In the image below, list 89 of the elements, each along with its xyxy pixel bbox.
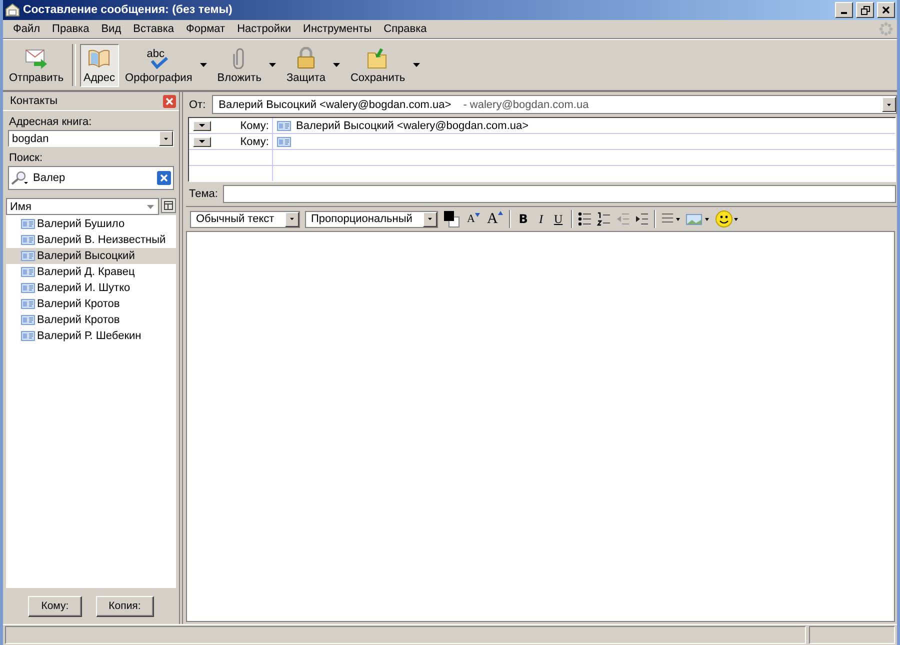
close-button[interactable] <box>877 2 895 18</box>
bold-button[interactable]: B <box>516 212 531 226</box>
contact-card-icon <box>21 331 35 341</box>
toolbar-button[interactable]: Отправить <box>5 44 68 86</box>
dropdown-arrow-icon[interactable] <box>200 63 208 67</box>
font-dropdown[interactable]: Пропорциональный <box>305 210 438 228</box>
dropdown-arrow-icon[interactable] <box>164 136 168 140</box>
column-picker-icon[interactable] <box>161 198 176 213</box>
recipient-address: Валерий Высоцкий <walery@bogdan.com.ua> <box>296 120 529 132</box>
close-icon[interactable] <box>163 94 176 108</box>
menu-item[interactable]: Формат <box>180 23 232 35</box>
indent-icon[interactable] <box>634 212 649 226</box>
recipient-type-label: Кому: <box>240 120 269 132</box>
menu-item[interactable]: Правка <box>46 23 96 35</box>
dropdown-arrow-icon[interactable] <box>333 63 340 67</box>
recipient-type-dropdown[interactable] <box>193 120 211 130</box>
search-field[interactable]: Валер <box>8 166 174 190</box>
dropdown-arrow-icon[interactable] <box>290 217 294 221</box>
contact-card-icon <box>21 251 35 261</box>
icon-label: abc <box>146 48 165 58</box>
contact-item[interactable]: Валерий Высоцкий <box>6 248 176 264</box>
column-header[interactable]: Имя <box>6 198 159 215</box>
dropdown-arrow-icon[interactable] <box>887 102 891 106</box>
contact-item[interactable]: Валерий Д. Кравец <box>6 264 176 280</box>
panel-title: Контакты <box>10 95 58 107</box>
sender-dropdown[interactable]: Валерий Высоцкий <walery@bogdan.com.ua> - walery@bogdan.com.ua <box>212 95 897 114</box>
field-label: Поиск: <box>8 151 44 166</box>
underline-button[interactable]: U <box>550 212 566 226</box>
contact-card-icon <box>21 299 35 309</box>
search-icon <box>11 171 29 185</box>
contact-card-icon <box>21 267 35 277</box>
up-triangle-icon <box>498 210 503 214</box>
contact-item[interactable]: Валерий И. Шутко <box>6 280 176 296</box>
subject-field[interactable] <box>222 185 896 203</box>
caret-icon <box>199 140 205 143</box>
dropdown-arrow-icon[interactable] <box>428 217 432 221</box>
window-title: Составление сообщения: (без темы) <box>23 4 234 16</box>
contact-card-icon <box>21 235 35 245</box>
toolbar-button[interactable]: Адрес <box>80 44 120 86</box>
text-color-icon[interactable] <box>443 210 461 228</box>
toolbar-button[interactable]: abc Орфография <box>121 44 196 86</box>
contact-card-icon <box>277 136 291 146</box>
sort-arrow-icon <box>147 204 154 208</box>
contact-item[interactable]: Валерий Кротов <box>6 312 176 328</box>
field-label: Тема: <box>189 188 218 200</box>
contact-item[interactable]: Валерий В. Неизвестный <box>6 232 176 248</box>
dropdown-arrow-icon[interactable] <box>269 63 276 67</box>
menu-item[interactable]: Справка <box>378 23 433 35</box>
contact-card-icon <box>21 315 35 325</box>
contact-item[interactable]: Валерий Кротов <box>6 296 176 312</box>
paragraph-style-dropdown[interactable]: Обычный текст <box>190 210 300 228</box>
add-recipient-button[interactable]: Копия: <box>96 596 154 616</box>
field-label: Адресная книга: <box>8 115 93 130</box>
menu-item[interactable]: Вид <box>95 23 128 35</box>
loading-spinner-icon <box>879 22 893 36</box>
contact-card-icon <box>21 283 35 293</box>
contact-card-icon <box>277 120 291 130</box>
italic-button[interactable]: I <box>536 212 546 226</box>
contact-item[interactable]: Валерий Бушило <box>6 216 176 232</box>
menu-item[interactable]: Вставка <box>127 23 180 35</box>
numbered-list-icon[interactable] <box>596 212 611 226</box>
dropdown-arrow-icon[interactable] <box>413 63 420 67</box>
close-icon <box>882 6 890 14</box>
checkmark-icon <box>148 56 169 68</box>
decrease-font-button[interactable]: A <box>466 213 481 225</box>
contact-item[interactable]: Валерий Р. Шебекин <box>6 328 176 344</box>
address-book-dropdown[interactable]: bogdan <box>8 130 174 147</box>
caret-icon <box>199 124 205 127</box>
field-label: От: <box>189 98 206 110</box>
menu-item[interactable]: Инструменты <box>297 23 378 35</box>
envelope-arrow-icon <box>24 46 48 68</box>
increase-font-button[interactable]: A <box>486 210 504 228</box>
contact-card-icon <box>21 219 35 229</box>
minimize-button[interactable] <box>835 2 853 18</box>
recipient-type-label: Кому: <box>240 136 269 148</box>
add-recipient-button[interactable]: Кому: <box>28 596 82 616</box>
recipient-type-dropdown[interactable] <box>193 136 211 146</box>
app-icon <box>5 3 20 17</box>
restore-button[interactable] <box>856 2 874 18</box>
clear-icon[interactable] <box>157 171 171 185</box>
toolbar-button[interactable]: Сохранить <box>346 44 410 86</box>
smiley-icon[interactable] <box>714 210 739 228</box>
toolbar-button[interactable]: Вложить <box>213 44 266 86</box>
toolbar-button[interactable]: Защита <box>282 44 330 86</box>
menu-item[interactable]: Файл <box>7 23 46 35</box>
menu-item[interactable]: Настройки <box>231 23 298 35</box>
restore-icon <box>860 6 870 14</box>
down-triangle-icon <box>474 213 480 217</box>
bullet-list-icon[interactable] <box>578 212 592 226</box>
